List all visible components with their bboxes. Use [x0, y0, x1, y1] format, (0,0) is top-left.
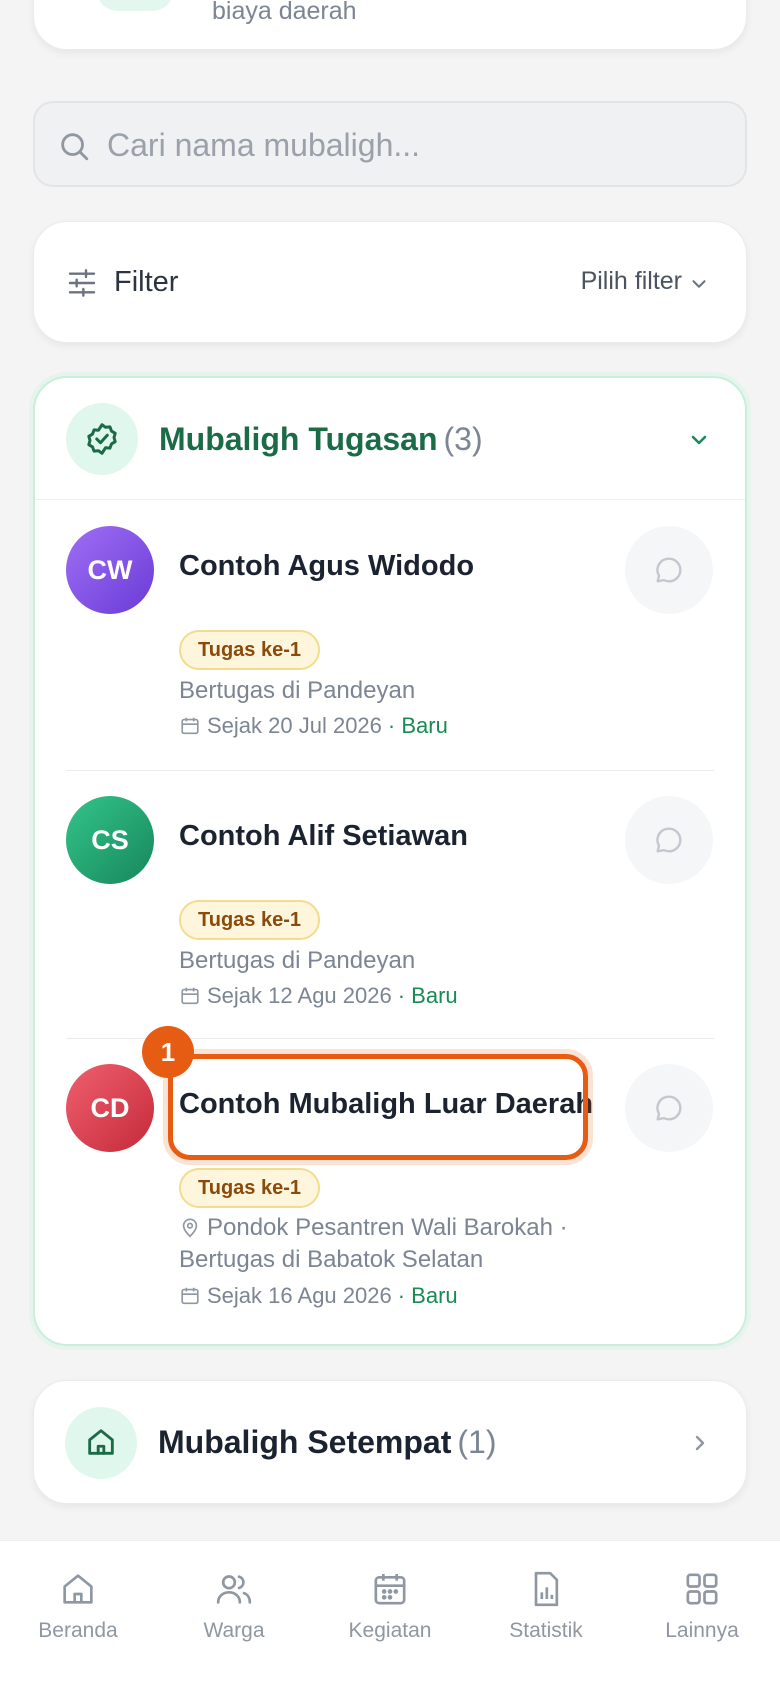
calendar-icon — [374, 1574, 406, 1605]
tugasan-title-text: Mubaligh Tugasan — [159, 421, 438, 457]
since-text: Sejak 12 Agu 2026 — [207, 983, 392, 1008]
info-card-text: biaya daerah — [212, 0, 357, 25]
setempat-title: Mubaligh Setempat (1) — [158, 1424, 496, 1461]
location-text: Bertugas di Pandeyan — [179, 947, 416, 974]
chart-icon — [534, 1571, 559, 1607]
since-text: Sejak 16 Agu 2026 — [207, 1283, 392, 1308]
since-row: Sejak 16 Agu 2026 · Baru — [179, 1283, 458, 1309]
nav-item-warga[interactable]: Warga — [156, 1569, 312, 1643]
calendar-icon — [181, 987, 199, 1005]
info-icon-circle — [96, 0, 174, 11]
mubaligh-name[interactable]: Contoh Agus Widodo — [179, 550, 474, 583]
nav-label: Kegiatan — [348, 1619, 432, 1642]
new-status: · Baru — [387, 713, 448, 738]
setempat-title-text: Mubaligh Setempat — [158, 1424, 452, 1460]
home-icon — [88, 1429, 114, 1455]
home-icon-circle — [65, 1407, 137, 1479]
since-row: Sejak 12 Agu 2026 · Baru — [179, 983, 458, 1009]
highlight-box — [168, 1054, 588, 1160]
since-row: Sejak 20 Jul 2026 · Baru — [179, 713, 448, 739]
location-text: Bertugas di Pandeyan — [179, 677, 416, 704]
chevron-down-icon[interactable] — [688, 273, 710, 295]
avatar[interactable]: CW — [66, 526, 154, 614]
badge-check-icon-circle — [66, 403, 138, 475]
location-text: Bertugas di Babatok Selatan — [179, 1246, 484, 1273]
nav-label: Lainnya — [665, 1619, 739, 1642]
badge-check-icon — [87, 423, 117, 455]
nav-label: Warga — [203, 1619, 265, 1642]
chat-button[interactable] — [625, 526, 713, 614]
avatar[interactable]: CD — [66, 1064, 154, 1152]
users-icon — [216, 1575, 252, 1604]
mubaligh-name[interactable]: Contoh Alif Setiawan — [179, 820, 468, 853]
bottom-nav: Beranda Warga Kegiatan Statistik Lainnya — [0, 1540, 780, 1688]
filter-label: Filter — [114, 266, 179, 298]
nav-label: Beranda — [38, 1619, 118, 1642]
status-badge: Tugas ke-1 — [179, 1168, 320, 1208]
chat-button[interactable] — [625, 796, 713, 884]
map-pin-icon — [182, 1218, 198, 1238]
chat-button[interactable] — [625, 1064, 713, 1152]
nav-item-statistik[interactable]: Statistik — [468, 1569, 624, 1643]
filter-select[interactable]: Pilih filter — [581, 267, 682, 296]
origin-text: Pondok Pesantren Wali Barokah · — [207, 1214, 568, 1241]
search-placeholder: Cari nama mubaligh... — [107, 127, 421, 163]
divider — [66, 770, 714, 771]
filter-card[interactable]: Filter Pilih filter — [33, 221, 747, 343]
annotation-number-badge: 1 — [142, 1026, 194, 1078]
status-badge: Tugas ke-1 — [179, 900, 320, 940]
nav-label: Statistik — [509, 1619, 583, 1642]
since-text: Sejak 20 Jul 2026 — [207, 713, 382, 738]
new-status: · Baru — [397, 983, 458, 1008]
calendar-icon — [181, 717, 199, 735]
tugasan-count: (3) — [443, 421, 483, 457]
new-status: · Baru — [397, 1283, 458, 1308]
origin-row: Pondok Pesantren Wali Barokah · — [179, 1214, 568, 1242]
nav-item-beranda[interactable]: Beranda — [0, 1569, 156, 1643]
calendar-icon — [181, 1287, 199, 1305]
chat-icon — [656, 827, 682, 853]
tugasan-section: Mubaligh Tugasan (3) CW Contoh Agus Widod… — [33, 376, 747, 1346]
nav-item-lainnya[interactable]: Lainnya — [624, 1569, 780, 1643]
top-info-card: biaya daerah — [33, 0, 747, 50]
setempat-count: (1) — [457, 1424, 497, 1460]
avatar[interactable]: CS — [66, 796, 154, 884]
grid-icon — [686, 1573, 718, 1605]
tugasan-title: Mubaligh Tugasan (3) — [159, 421, 483, 458]
search-input[interactable]: Cari nama mubaligh... — [33, 101, 747, 187]
chevron-right-icon[interactable] — [688, 1431, 712, 1455]
search-icon — [61, 133, 89, 161]
chat-icon — [656, 557, 682, 583]
home-icon — [63, 1574, 93, 1604]
nav-item-kegiatan[interactable]: Kegiatan — [312, 1569, 468, 1643]
status-badge: Tugas ke-1 — [179, 630, 320, 670]
setempat-section[interactable]: Mubaligh Setempat (1) — [33, 1380, 747, 1504]
chat-icon — [656, 1095, 682, 1121]
chevron-down-icon[interactable] — [687, 428, 711, 452]
sliders-icon — [68, 269, 96, 297]
tugasan-header[interactable]: Mubaligh Tugasan (3) — [35, 378, 745, 500]
